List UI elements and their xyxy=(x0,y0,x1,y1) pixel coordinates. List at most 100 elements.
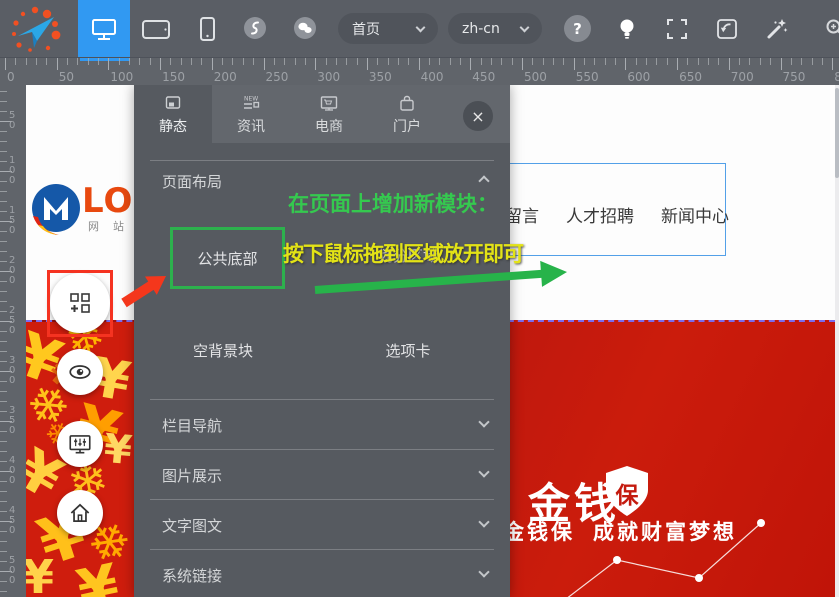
ruler-tick xyxy=(667,58,668,65)
tab-portal[interactable]: 门户 xyxy=(368,85,446,143)
section-system-links[interactable]: 系统链接 xyxy=(162,565,222,586)
ruler-tick xyxy=(139,58,140,65)
add-module-button[interactable] xyxy=(50,273,110,333)
ruler-tick xyxy=(594,58,595,65)
page-dropdown[interactable]: 首页 xyxy=(338,13,438,44)
chevron-down-icon xyxy=(520,22,530,32)
ruler-tick xyxy=(57,58,58,70)
ruler-tick xyxy=(129,58,130,65)
close-icon: × xyxy=(471,107,484,126)
device-desktop-button[interactable] xyxy=(78,0,130,57)
ruler-tick xyxy=(656,58,657,65)
section-column-nav[interactable]: 栏目导航 xyxy=(162,415,222,436)
page-dropdown-value: 首页 xyxy=(352,19,380,39)
ruler-tick xyxy=(646,58,647,65)
chevron-down-icon[interactable] xyxy=(478,466,489,477)
divider xyxy=(150,549,494,550)
ruler-tick xyxy=(553,58,554,65)
ruler-label: 400 xyxy=(9,456,18,486)
ruler-tick xyxy=(749,58,750,65)
vertical-ruler: 50100150200250300350400450500 xyxy=(0,85,26,597)
ruler-tick xyxy=(357,58,358,65)
module-item-divide-area[interactable]: 划分区域 xyxy=(333,245,483,266)
style-tool-button[interactable] xyxy=(244,17,266,39)
tab-static[interactable]: 静态 xyxy=(134,85,212,143)
ruler-tick xyxy=(801,58,802,65)
display-settings-button[interactable] xyxy=(57,421,103,467)
module-item-tabs[interactable]: 选项卡 xyxy=(333,340,483,361)
ruler-label: 50 xyxy=(59,70,74,84)
chevron-down-icon xyxy=(416,22,426,32)
section-text-image[interactable]: 文字图文 xyxy=(162,515,222,536)
ruler-label: 650 xyxy=(679,70,702,84)
ruler-label: 0 xyxy=(7,70,15,84)
tab-ecommerce[interactable]: 电商 xyxy=(290,85,368,143)
chevron-down-icon[interactable] xyxy=(478,566,489,577)
shield-char: 保 xyxy=(602,476,652,510)
divider xyxy=(150,499,494,500)
ruler-tick xyxy=(708,58,709,65)
ruler-tick xyxy=(36,58,37,65)
tips-button[interactable] xyxy=(613,15,641,43)
help-button[interactable]: ? xyxy=(564,15,591,42)
ruler-tick xyxy=(284,58,285,65)
device-tablet-button[interactable] xyxy=(134,0,178,57)
ruler-tick xyxy=(0,181,7,182)
home-button[interactable] xyxy=(57,490,103,536)
ruler-tick xyxy=(729,58,730,70)
ruler-tick xyxy=(0,341,7,342)
ruler-tick xyxy=(0,151,7,152)
ruler-label: 750 xyxy=(783,70,806,84)
magic-wand-button[interactable] xyxy=(763,15,791,43)
ruler-tick xyxy=(0,481,7,482)
section-page-layout[interactable]: 页面布局 xyxy=(162,171,222,192)
site-logo-icon xyxy=(29,182,83,240)
ruler-tick xyxy=(522,58,523,70)
device-phone-button[interactable] xyxy=(186,0,228,57)
preview-button[interactable] xyxy=(57,349,103,395)
website-builder-window: LOGO 网站 留言 人才招聘 新闻中心 ¥❄¥❄¥¥❄¥¥❄¥¥¥❄ 金钱 xyxy=(0,0,839,597)
ruler-label: 350 xyxy=(369,70,392,84)
ruler-tick xyxy=(0,261,7,262)
module-item-empty-block[interactable]: 空背景块 xyxy=(148,340,298,361)
ruler-label: 450 xyxy=(9,506,18,536)
tab-news[interactable]: NEW 资讯 xyxy=(212,85,290,143)
ruler-tick xyxy=(0,241,7,242)
ruler-tick xyxy=(832,58,833,70)
ruler-tick xyxy=(0,101,7,102)
ruler-tick xyxy=(5,58,6,70)
nav-item-careers[interactable]: 人才招聘 xyxy=(566,202,634,227)
new-badge: NEW xyxy=(244,95,258,102)
scrollbar-thumb[interactable] xyxy=(835,88,839,178)
ruler-tick xyxy=(243,58,244,65)
nav-module-selection[interactable]: 留言 人才招聘 新闻中心 xyxy=(486,163,726,256)
phone-icon xyxy=(194,15,220,43)
ruler-tick xyxy=(0,491,7,492)
ruler-tick xyxy=(367,58,368,70)
chevron-up-icon[interactable] xyxy=(478,175,489,186)
export-icon xyxy=(715,17,739,41)
section-image-display[interactable]: 图片展示 xyxy=(162,465,222,486)
chevron-down-icon[interactable] xyxy=(478,516,489,527)
nav-item-messages[interactable]: 留言 xyxy=(505,202,539,227)
language-dropdown[interactable]: zh-cn xyxy=(448,13,542,44)
ruler-tick xyxy=(491,58,492,65)
top-toolbar: 首页 zh-cn ? xyxy=(0,0,839,57)
module-item-footer[interactable]: 公共底部 xyxy=(170,227,285,289)
nav-item-news[interactable]: 新闻中心 xyxy=(661,202,729,227)
wechat-button[interactable] xyxy=(294,17,316,39)
ruler-tick xyxy=(460,58,461,65)
ruler-tick xyxy=(605,58,606,65)
ruler-tick xyxy=(222,58,223,65)
home-icon xyxy=(67,500,93,526)
ruler-tick xyxy=(574,58,575,70)
chevron-down-icon[interactable] xyxy=(478,416,489,427)
ruler-tick xyxy=(0,551,7,552)
divider xyxy=(150,160,494,161)
fullscreen-button[interactable] xyxy=(663,15,691,43)
ruler-tick xyxy=(419,58,420,70)
panel-close-button[interactable]: × xyxy=(463,101,493,131)
zoom-in-button[interactable] xyxy=(822,15,839,43)
ruler-tick xyxy=(543,58,544,65)
publish-button[interactable] xyxy=(713,15,741,43)
